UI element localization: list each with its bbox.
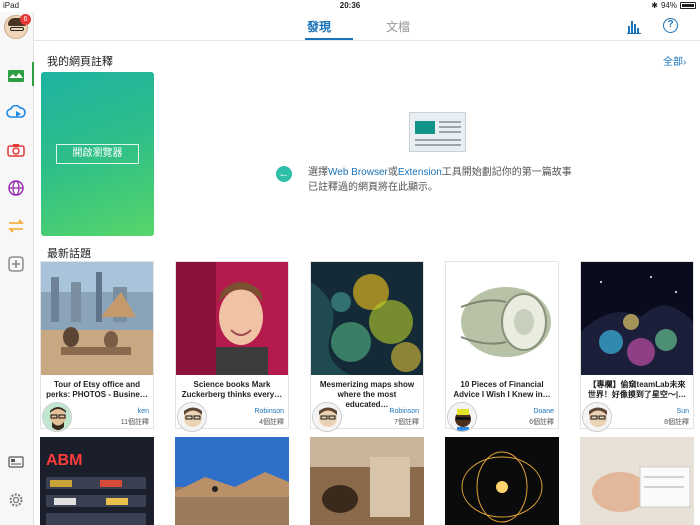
- topic-annotation-count: 6個註釋: [529, 419, 554, 426]
- topics-title: 最新話題: [47, 248, 91, 260]
- status-right: ✱ 94%: [651, 1, 696, 10]
- bluetooth-icon: ✱: [651, 1, 658, 10]
- user-avatar: [177, 402, 207, 432]
- topic-image: [176, 262, 288, 375]
- add-icon[interactable]: [6, 254, 26, 274]
- topic-user[interactable]: Doane: [533, 408, 554, 415]
- topic-image: [446, 262, 558, 375]
- topic-title: Science books Mark Zuckerberg thinks eve…: [181, 380, 283, 399]
- document-illustration-icon: [409, 112, 466, 152]
- inbox-icon[interactable]: [6, 66, 26, 86]
- chart-icon[interactable]: [627, 18, 641, 39]
- battery-percent: 94%: [660, 1, 677, 10]
- open-browser-card[interactable]: 開啟瀏覽器: [41, 72, 154, 236]
- topic-card[interactable]: [445, 437, 559, 525]
- open-browser-button[interactable]: 開啟瀏覽器: [56, 144, 139, 164]
- topic-user[interactable]: Sun: [677, 408, 689, 415]
- topic-annotation-count: 11個註釋: [120, 419, 149, 426]
- topic-card[interactable]: ABM: [40, 437, 154, 525]
- view-all-link[interactable]: 全部›: [663, 53, 686, 68]
- topic-title: Tour of Etsy office and perks: PHOTOS - …: [46, 380, 148, 399]
- topic-card[interactable]: [310, 437, 424, 525]
- empty-hint: 選擇Web Browser或Extension工具開始劃記你的第一篇故事 已註釋…: [308, 167, 572, 193]
- clock: 20:36: [339, 1, 361, 10]
- globe-icon[interactable]: [6, 178, 26, 198]
- topic-image: [581, 262, 693, 375]
- cloud-icon[interactable]: [6, 102, 26, 122]
- help-icon[interactable]: ?: [663, 18, 678, 33]
- arrow-left-icon[interactable]: ←: [276, 166, 292, 182]
- notification-badge: 6: [20, 14, 31, 25]
- user-avatar: [312, 402, 342, 432]
- sidebar-active-indicator: [32, 62, 34, 86]
- settings-icon[interactable]: [6, 490, 26, 510]
- topic-user[interactable]: ken: [138, 408, 149, 415]
- topic-card[interactable]: [175, 437, 289, 525]
- user-avatar: [582, 402, 612, 432]
- topic-card[interactable]: [580, 437, 694, 525]
- tab-active-underline: [305, 38, 353, 40]
- abm-sign: ABM: [46, 452, 82, 469]
- topic-card[interactable]: 【專欄】偷窺teamLab未來世界！好像摸到了星空～|… Sun 8個註釋: [580, 261, 694, 432]
- status-bar: iPad 20:36 ✱ 94%: [0, 0, 700, 12]
- topic-card[interactable]: 10 Pieces of Financial Advice I Wish I K…: [445, 261, 559, 432]
- user-avatar: [42, 402, 72, 432]
- topic-image: [41, 262, 153, 375]
- topic-card[interactable]: Mesmerizing maps show where the most edu…: [310, 261, 424, 432]
- annotations-title: 我的網頁註釋: [47, 56, 113, 68]
- topic-card[interactable]: Tour of Etsy office and perks: PHOTOS - …: [40, 261, 154, 432]
- topic-annotation-count: 7個註釋: [394, 419, 419, 426]
- topic-title: 【專欄】偷窺teamLab未來世界！好像摸到了星空～|…: [587, 380, 687, 399]
- user-avatar: [447, 402, 477, 432]
- camera-icon[interactable]: [6, 140, 26, 160]
- topic-title: 10 Pieces of Financial Advice I Wish I K…: [453, 380, 551, 399]
- battery-icon: [680, 2, 696, 9]
- tab-docs[interactable]: 文檔: [386, 18, 410, 35]
- topic-user[interactable]: Robinson: [254, 408, 284, 415]
- topic-annotation-count: 4個註釋: [259, 419, 284, 426]
- sync-icon[interactable]: [6, 216, 26, 236]
- top-bar: 發現 文檔 ?: [34, 12, 700, 41]
- topic-annotation-count: 8個註釋: [664, 419, 689, 426]
- topic-user[interactable]: Robinson: [389, 408, 419, 415]
- keyboard-icon[interactable]: [6, 452, 26, 472]
- sidebar: 6: [0, 12, 34, 525]
- topic-card[interactable]: Science books Mark Zuckerberg thinks eve…: [175, 261, 289, 432]
- tab-discover[interactable]: 發現: [307, 18, 331, 35]
- topic-image: [311, 262, 423, 375]
